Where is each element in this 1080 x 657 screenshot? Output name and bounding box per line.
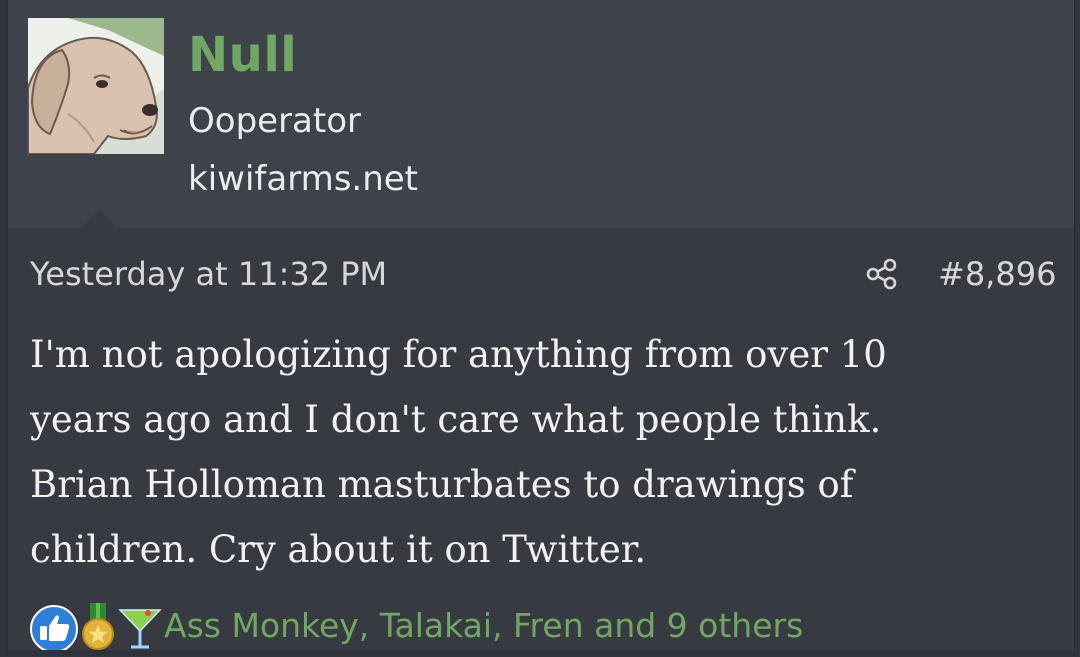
post-body: I'm not apologizing for anything from ov… — [30, 322, 1050, 582]
post-date-link[interactable]: Yesterday at 11:32 PM — [30, 252, 387, 296]
user-block-pointer — [80, 210, 118, 229]
post-number-link[interactable]: #8,896 — [938, 252, 1056, 296]
share-icon[interactable] — [865, 257, 899, 291]
post-body-line: Brian Holloman masturbates to drawings o… — [30, 463, 854, 506]
post-body-line: years ago and I don't care what people t… — [30, 398, 882, 441]
post-body-line: children. Cry about it on Twitter. — [30, 528, 647, 571]
post-footer-divider — [8, 650, 1074, 656]
dog-avatar-icon[interactable] — [28, 18, 164, 154]
reaction-names-link[interactable]: Ass Monkey, Talakai, Fren and 9 others — [164, 603, 803, 649]
username-link[interactable]: Null — [188, 26, 297, 84]
user-title: Ooperator — [188, 101, 361, 141]
user-block: Null Ooperator kiwifarms.net — [8, 0, 1074, 228]
post-body-line: I'm not apologizing for anything from ov… — [30, 333, 887, 376]
cocktail-icon[interactable] — [114, 601, 166, 653]
forum-post: Null Ooperator kiwifarms.net Yesterday a… — [7, 0, 1075, 656]
reaction-icons[interactable] — [28, 601, 168, 653]
user-site: kiwifarms.net — [188, 159, 419, 199]
